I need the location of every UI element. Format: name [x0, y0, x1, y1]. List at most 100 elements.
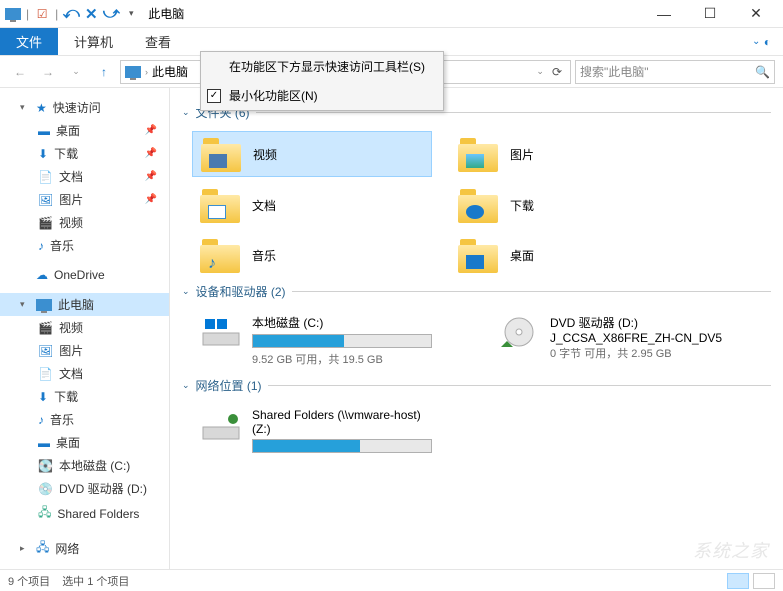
sidebar-onedrive[interactable]: ☁OneDrive [0, 265, 169, 285]
address-text: 此电脑 [152, 63, 188, 80]
properties-icon[interactable]: ☑ [33, 5, 51, 23]
address-dropdown-icon[interactable]: ⌄ [536, 66, 544, 77]
network-drive-z[interactable]: Shared Folders (\\vmware-host) (Z:) [192, 404, 472, 460]
chevron-down-icon: ⌄ [182, 380, 190, 391]
pin-icon: 📌 [145, 194, 157, 205]
ribbon-context-menu: 在功能区下方显示快速访问工具栏(S) ✓ 最小化功能区(N) [200, 51, 444, 111]
status-item-count: 9 个项目 [8, 573, 50, 589]
sidebar-desktop[interactable]: ▬桌面📌 [0, 119, 169, 142]
maximize-button[interactable]: ☐ [687, 0, 733, 28]
sidebar-pictures[interactable]: 🖼图片📌 [0, 188, 169, 211]
folder-documents[interactable]: 文档 [192, 183, 432, 227]
sidebar-documents[interactable]: 📄文档📌 [0, 165, 169, 188]
drive-label: DVD 驱动器 (D:) [550, 314, 762, 331]
folder-music[interactable]: ♪ 音乐 [192, 233, 432, 277]
folder-icon [458, 136, 500, 172]
window-controls: — ☐ ✕ [641, 0, 779, 28]
view-details-button[interactable] [727, 573, 749, 589]
menu-show-qat-below[interactable]: 在功能区下方显示快速访问工具栏(S) [201, 52, 443, 81]
pin-icon: 📌 [145, 171, 157, 182]
chevron-down-icon: ▾ [20, 299, 30, 310]
search-placeholder: 搜索"此电脑" [580, 63, 649, 80]
folder-icon [201, 136, 243, 172]
drive-usage-bar [252, 439, 432, 453]
drive-subtext: 9.52 GB 可用，共 19.5 GB [252, 351, 464, 367]
disk-icon [200, 314, 242, 350]
sidebar-local-disk[interactable]: 💽本地磁盘 (C:) [0, 454, 169, 477]
search-icon: 🔍 [755, 65, 770, 79]
dvd-icon [498, 314, 540, 350]
section-devices[interactable]: ⌄设备和驱动器 (2) [182, 283, 771, 300]
app-icon [4, 5, 22, 23]
pin-icon: 📌 [145, 125, 157, 136]
file-tab[interactable]: 文件 [0, 28, 58, 55]
sidebar-downloads[interactable]: ⬇下载📌 [0, 142, 169, 165]
navigation-sidebar: ▾★快速访问 ▬桌面📌 ⬇下载📌 📄文档📌 🖼图片📌 🎬视频 ♪音乐 ☁OneD… [0, 88, 170, 569]
sidebar-shared-folders[interactable]: 🖧Shared Folders [0, 500, 169, 527]
chevron-down-icon: ⌄ [182, 286, 190, 297]
up-button[interactable]: ↑ [92, 60, 116, 84]
recent-dropdown-icon[interactable]: ⌄ [64, 60, 88, 84]
folder-icon: ♪ [200, 237, 242, 273]
folder-icon [458, 237, 500, 273]
status-bar: 9 个项目 选中 1 个项目 [0, 569, 783, 591]
search-input[interactable]: 搜索"此电脑" 🔍 [575, 60, 775, 84]
redo-delete-icon[interactable]: ✕ [82, 5, 100, 23]
sidebar-this-pc[interactable]: ▾此电脑 [0, 293, 169, 316]
sidebar-pc-pictures[interactable]: 🖼图片 [0, 339, 169, 362]
sidebar-pc-desktop[interactable]: ▬桌面 [0, 431, 169, 454]
undo-icon[interactable]: ⤺ [62, 5, 80, 23]
view-icons-button[interactable] [753, 573, 775, 589]
folder-downloads[interactable]: 下载 [450, 183, 690, 227]
sidebar-network[interactable]: ▸🖧网络 [0, 535, 169, 562]
chevron-down-icon: ⌄ [182, 107, 190, 118]
pin-icon: 📌 [145, 148, 157, 159]
network-drive-icon [200, 408, 242, 444]
minimize-button[interactable]: — [641, 0, 687, 28]
chevron-down-icon: ▾ [20, 102, 30, 113]
checkbox-checked-icon: ✓ [207, 89, 221, 103]
sidebar-music[interactable]: ♪音乐 [0, 234, 169, 257]
sidebar-quick-access[interactable]: ▾★快速访问 [0, 96, 169, 119]
watermark: 系统之家 [693, 537, 769, 563]
ribbon-expand-icon[interactable]: ⌄ ◐ [740, 28, 783, 55]
folder-desktop[interactable]: 桌面 [450, 233, 690, 277]
sidebar-pc-documents[interactable]: 📄文档 [0, 362, 169, 385]
back-button[interactable]: ← [8, 60, 32, 84]
folder-icon [200, 187, 242, 223]
pc-icon [125, 64, 141, 80]
qat-separator: | [55, 7, 58, 21]
drive-dvd[interactable]: DVD 驱动器 (D:) J_CCSA_X86FRE_ZH-CN_DV5 0 字… [490, 310, 770, 371]
sidebar-pc-downloads[interactable]: ⬇下载 [0, 385, 169, 408]
quick-access-toolbar: | ☑ | ⤺ ✕ ⤻ ▾ [4, 5, 140, 23]
folder-videos[interactable]: 视频 [192, 131, 432, 177]
sidebar-videos[interactable]: 🎬视频 [0, 211, 169, 234]
status-selected-count: 选中 1 个项目 [62, 573, 129, 589]
sidebar-pc-videos[interactable]: 🎬视频 [0, 316, 169, 339]
drive-c[interactable]: 本地磁盘 (C:) 9.52 GB 可用，共 19.5 GB [192, 310, 472, 371]
network-drive-label: Shared Folders (\\vmware-host) [252, 408, 464, 422]
drive-usage-bar [252, 334, 432, 348]
titlebar: | ☑ | ⤺ ✕ ⤻ ▾ 此电脑 — ☐ ✕ [0, 0, 783, 28]
window-title: 此电脑 [148, 5, 184, 22]
view-tab[interactable]: 查看 [129, 28, 187, 55]
forward-button[interactable]: → [36, 60, 60, 84]
folder-pictures[interactable]: 图片 [450, 131, 690, 177]
chevron-right-icon: › [145, 67, 148, 77]
menu-minimize-ribbon[interactable]: ✓ 最小化功能区(N) [201, 81, 443, 110]
folder-icon [458, 187, 500, 223]
computer-tab[interactable]: 计算机 [58, 28, 129, 55]
qat-dropdown-icon[interactable]: ▾ [122, 5, 140, 23]
sidebar-pc-music[interactable]: ♪音乐 [0, 408, 169, 431]
chevron-right-icon: ▸ [20, 543, 30, 554]
drive-subtext: 0 字节 可用，共 2.95 GB [550, 345, 762, 361]
sidebar-dvd[interactable]: 💿DVD 驱动器 (D:) [0, 477, 169, 500]
qat-separator: | [26, 7, 29, 21]
refresh-icon[interactable]: ⟳ [552, 65, 562, 79]
drive-label: 本地磁盘 (C:) [252, 314, 464, 331]
drive-volume-label: J_CCSA_X86FRE_ZH-CN_DV5 [550, 331, 762, 345]
network-drive-letter: (Z:) [252, 422, 464, 436]
close-button[interactable]: ✕ [733, 0, 779, 28]
redo-icon[interactable]: ⤻ [102, 5, 120, 23]
section-network[interactable]: ⌄网络位置 (1) [182, 377, 771, 394]
